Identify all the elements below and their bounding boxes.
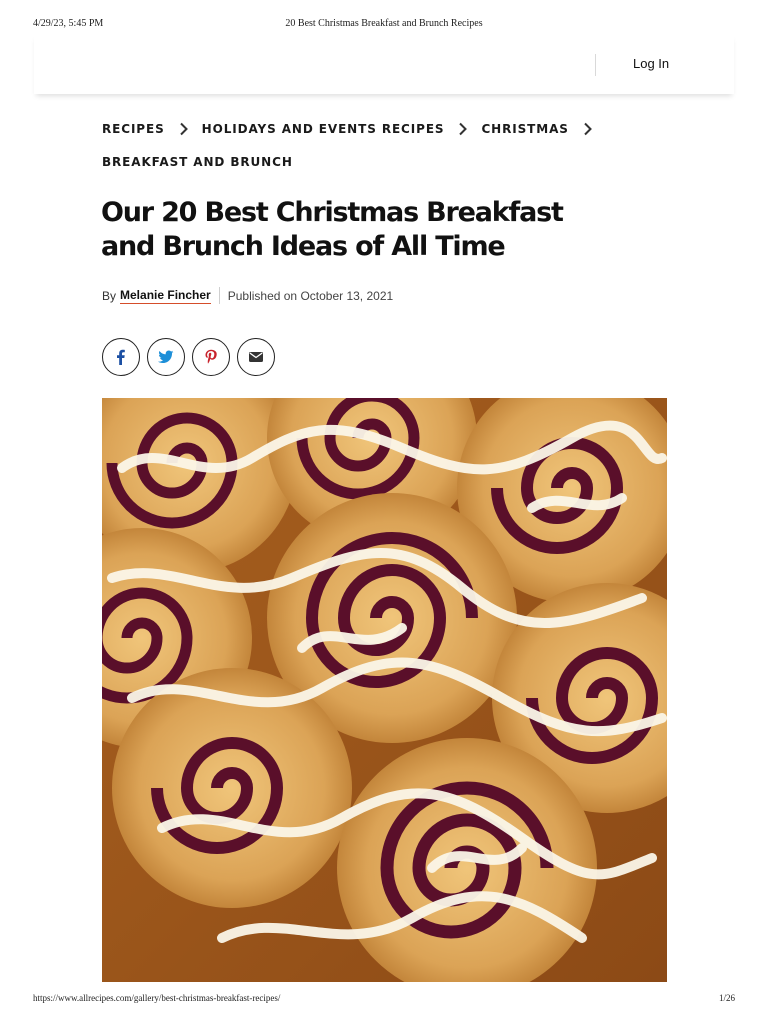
facebook-icon [117,349,125,365]
facebook-share-button[interactable] [102,338,140,376]
breadcrumb: RECIPES HOLIDAYS AND EVENTS RECIPES CHRI… [102,121,702,170]
byline-divider [218,287,220,304]
share-buttons [102,338,282,376]
breadcrumb-breakfast-brunch[interactable]: BREAKFAST AND BRUNCH [102,155,293,169]
pinterest-icon [205,349,217,364]
print-page-number: 1/26 [718,993,735,1003]
page-title: Our 20 Best Christmas Breakfast and Brun… [101,197,564,262]
header-divider [595,54,596,76]
pinterest-share-button[interactable] [192,338,230,376]
cinnamon-roll [112,668,352,908]
breadcrumb-christmas[interactable]: CHRISTMAS [481,122,568,136]
email-icon [249,352,263,362]
chevron-right-icon [583,122,593,136]
byline: By Melanie Fincher Published on October … [102,287,393,304]
twitter-icon [158,350,174,363]
published-date: Published on October 13, 2021 [227,288,394,303]
author-link[interactable]: Melanie Fincher [120,288,211,304]
breadcrumb-holidays[interactable]: HOLIDAYS AND EVENTS RECIPES [202,122,445,136]
email-share-button[interactable] [237,338,275,376]
site-header: Log In [34,34,734,94]
print-document-title: 20 Best Christmas Breakfast and Brunch R… [285,18,483,29]
print-url: https://www.allrecipes.com/gallery/best-… [33,993,281,1003]
byline-prefix: By [102,288,117,303]
breadcrumb-recipes[interactable]: RECIPES [102,122,165,136]
chevron-right-icon [458,122,468,136]
login-link[interactable]: Log In [633,56,669,71]
chevron-right-icon [179,122,189,136]
hero-image [102,398,667,982]
print-header: 4/29/23, 5:45 PM 20 Best Christmas Break… [0,18,768,32]
twitter-share-button[interactable] [147,338,185,376]
